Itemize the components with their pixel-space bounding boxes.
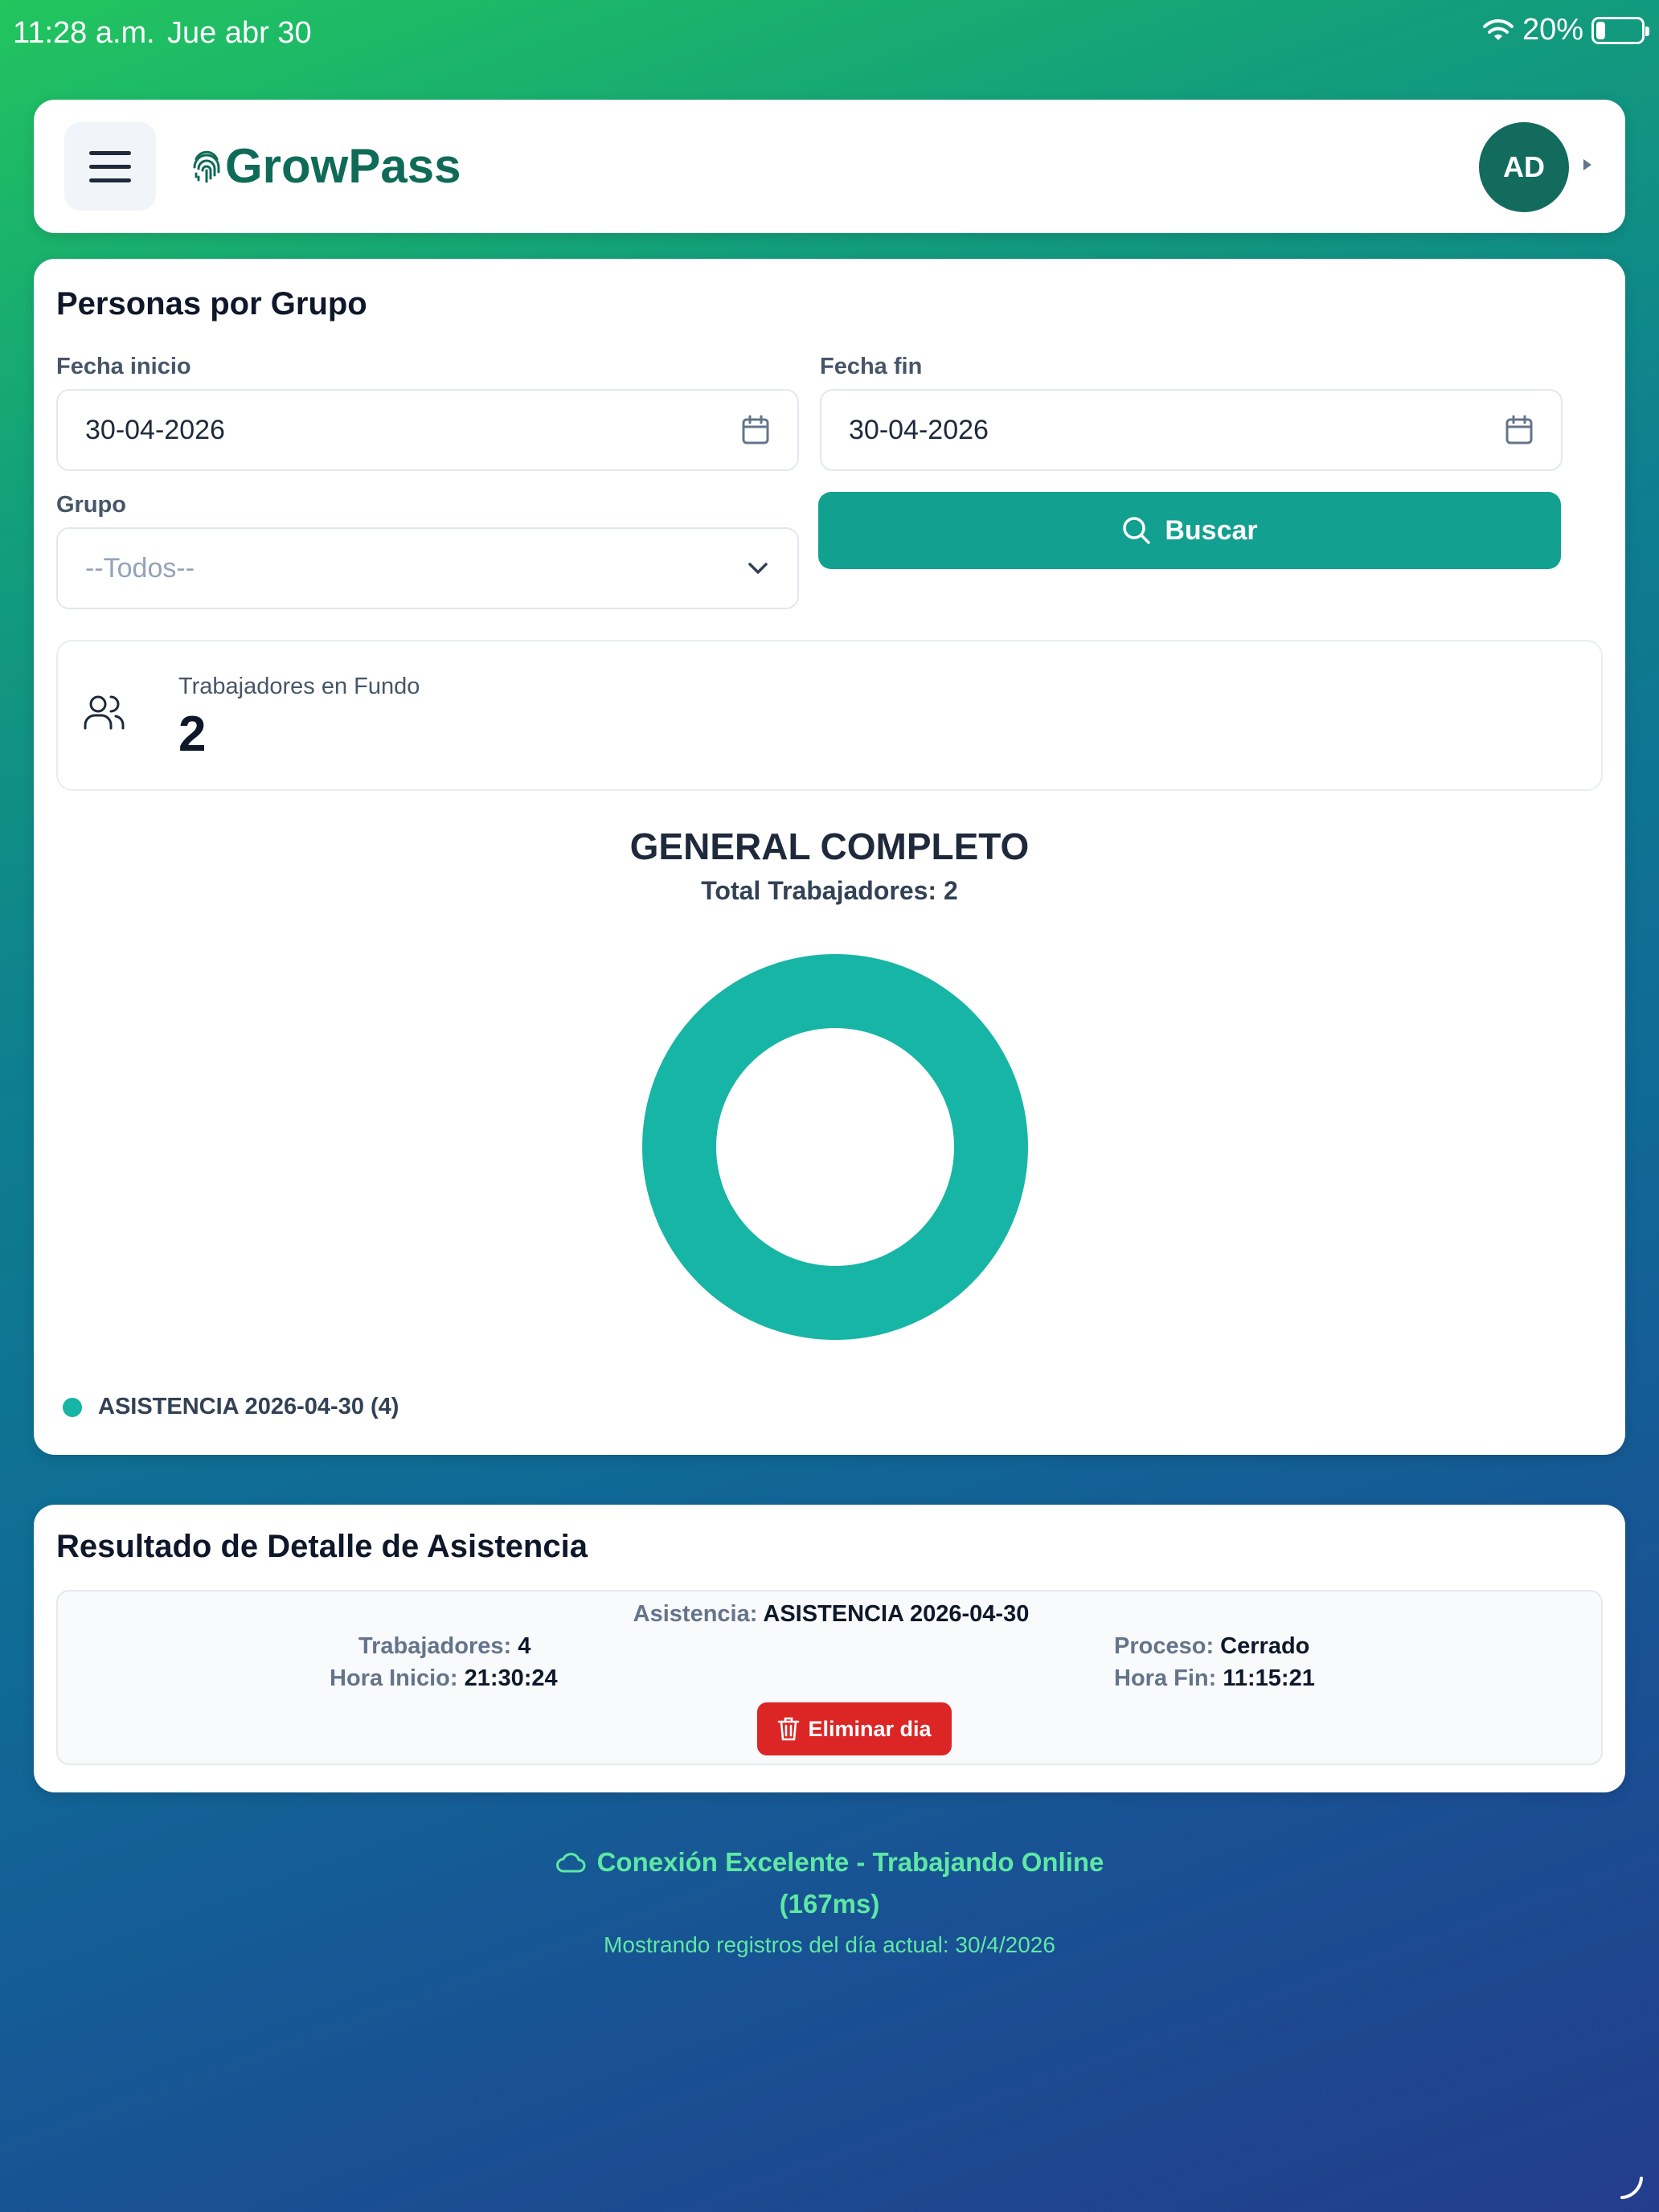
donut-slice[interactable]: [641, 954, 1028, 1340]
group-select[interactable]: --Todos--: [56, 527, 799, 609]
end-date-label: Fecha fin: [820, 354, 923, 379]
status-bar: 11:28 a.m. Jue abr 30 20%: [0, 0, 1659, 64]
battery-percent: 20%: [1522, 13, 1583, 47]
end-date-input[interactable]: 30-04-2026: [820, 389, 1563, 471]
status-date: Jue abr 30: [167, 16, 312, 50]
fingerprint-icon: [193, 150, 220, 182]
brand-name: GrowPass: [225, 139, 461, 193]
home-indicator-icon: [1620, 2177, 1643, 2199]
search-icon: [1123, 517, 1151, 544]
top-navbar: GrowPass AD: [34, 100, 1625, 233]
group-label: Grupo: [56, 492, 126, 518]
start-date-input[interactable]: 30-04-2026: [56, 389, 799, 471]
personas-por-grupo-card: Personas por Grupo Fecha inicio 30-04-20…: [34, 259, 1625, 1455]
process-row: Proceso: Cerrado: [1114, 1633, 1310, 1659]
status-time: 11:28 a.m.: [13, 16, 155, 50]
stat-value: 2: [178, 707, 207, 762]
workers-stat-box: Trabajadores en Fundo 2: [56, 640, 1603, 791]
hamburger-menu-button[interactable]: [64, 122, 156, 211]
start-date-value: 30-04-2026: [85, 414, 225, 445]
delete-day-button[interactable]: Eliminar dia: [757, 1702, 952, 1755]
chevron-down-icon: [748, 563, 768, 574]
detail-title: Resultado de Detalle de Asistencia: [56, 1529, 588, 1564]
chart-title: GENERAL COMPLETO: [629, 825, 1030, 867]
legend-label[interactable]: ASISTENCIA 2026-04-30 (4): [98, 1394, 399, 1420]
end-date-value: 30-04-2026: [849, 414, 989, 445]
end-time-row: Hora Fin: 11:15:21: [1114, 1665, 1315, 1691]
status-indicators: 20%: [1482, 13, 1649, 47]
search-button-label: Buscar: [1165, 514, 1258, 546]
group-select-value: --Todos--: [85, 552, 195, 584]
wifi-icon: [1482, 18, 1514, 40]
donut-chart[interactable]: [638, 950, 1032, 1344]
connection-status: Conexión Excelente - Trabajando Online (…: [0, 1847, 1659, 1919]
section-title: Personas por Grupo: [56, 286, 367, 322]
attendance-name-row: Asistencia: ASISTENCIA 2026-04-30: [633, 1601, 1030, 1627]
stat-label: Trabajadores en Fundo: [178, 674, 420, 699]
caret-right-icon[interactable]: [1583, 159, 1591, 170]
search-button[interactable]: Buscar: [818, 492, 1561, 569]
chart-subtitle: Total Trabajadores: 2: [701, 876, 958, 905]
chart-legend: ASISTENCIA 2026-04-30 (4): [63, 1394, 399, 1420]
attendance-detail-card: Resultado de Detalle de Asistencia Asist…: [34, 1505, 1625, 1792]
legend-dot: [63, 1397, 82, 1417]
connection-latency: (167ms): [779, 1889, 880, 1919]
calendar-icon[interactable]: [1505, 415, 1534, 445]
brand-logo: GrowPass: [191, 138, 461, 194]
calendar-icon[interactable]: [741, 415, 770, 445]
attendance-detail-box: Asistencia: ASISTENCIA 2026-04-30 Trabaj…: [56, 1590, 1603, 1765]
battery-icon: [1591, 16, 1649, 44]
user-avatar[interactable]: AD: [1479, 122, 1569, 212]
trash-icon: [778, 1717, 800, 1741]
delete-day-label: Eliminar dia: [808, 1716, 932, 1741]
cloud-icon: [555, 1853, 586, 1873]
users-icon: [84, 695, 125, 730]
workers-count-row: Trabajadores: 4: [358, 1633, 531, 1659]
connection-status-text: Conexión Excelente - Trabajando Online: [596, 1847, 1104, 1877]
start-time-row: Hora Inicio: 21:30:24: [330, 1665, 558, 1691]
records-note: Mostrando registros del día actual: 30/4…: [604, 1932, 1055, 1957]
start-date-label: Fecha inicio: [56, 354, 191, 379]
